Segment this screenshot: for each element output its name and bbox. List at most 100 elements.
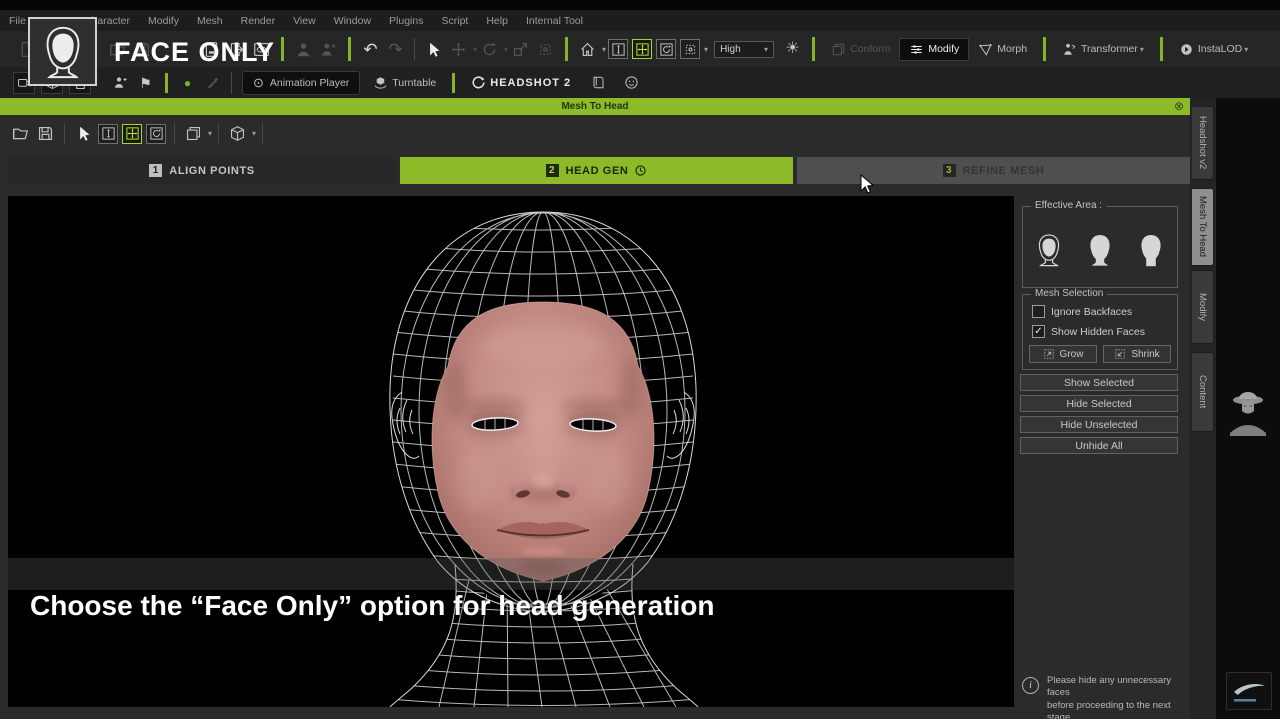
menu-render[interactable]: Render [232, 15, 284, 27]
tutorial-caption: Choose the “Face Only” option for head g… [30, 590, 715, 622]
undo-icon[interactable]: ↶ [358, 36, 383, 62]
panel-layers-icon[interactable] [181, 121, 206, 147]
modify-button[interactable]: Modify [899, 38, 969, 61]
redo-icon[interactable]: ↷ [383, 36, 408, 62]
edit-pose-icon[interactable] [200, 70, 225, 96]
menu-plugins[interactable]: Plugins [380, 15, 432, 27]
tab-content[interactable]: Content [1192, 352, 1214, 432]
camera-pivot-caret-icon[interactable]: ▾ [704, 45, 708, 54]
character-lock-icon[interactable] [291, 36, 316, 62]
effective-area-head-icon[interactable] [1082, 227, 1118, 273]
quality-value: High [720, 44, 741, 55]
tab-mesh-to-head[interactable]: Mesh To Head [1192, 188, 1214, 266]
mesh-to-head-titlebar[interactable]: Mesh To Head ⊗ [0, 98, 1190, 115]
brand-thumbnail[interactable] [1226, 672, 1272, 710]
caption-band [8, 558, 1014, 590]
panel-mesh-cube-icon[interactable] [225, 121, 250, 147]
panel-open-icon[interactable] [8, 121, 33, 147]
morph-button[interactable]: Morph [969, 39, 1036, 60]
effective-area-face-only-icon[interactable] [1031, 227, 1067, 273]
panel-move-vertical-icon[interactable] [98, 124, 118, 144]
panel-cube-caret-icon[interactable]: ▾ [252, 129, 256, 138]
toolbar-divider [812, 37, 815, 61]
effective-area-head-neck-icon[interactable] [1133, 227, 1169, 273]
hide-unselected-button[interactable]: Hide Unselected [1020, 416, 1178, 433]
unhide-all-button[interactable]: Unhide All [1020, 437, 1178, 454]
quality-select[interactable]: High ▾ [714, 41, 774, 58]
show-hidden-faces-row[interactable]: ✓ Show Hidden Faces [1032, 325, 1145, 338]
panel-move-all-icon[interactable] [122, 124, 142, 144]
head-mesh-render [8, 196, 1014, 707]
panel-layers-caret-icon[interactable]: ▾ [208, 129, 212, 138]
home-view-icon[interactable] [575, 36, 600, 62]
lighting-icon[interactable]: ☀ [780, 36, 805, 62]
grow-label: Grow [1060, 349, 1084, 360]
instalod-caret-icon: ▾ [1244, 45, 1248, 54]
scale-tool-icon[interactable] [508, 36, 533, 62]
menu-view[interactable]: View [284, 15, 325, 27]
menu-window[interactable]: Window [325, 15, 380, 27]
show-hidden-faces-checkbox[interactable]: ✓ [1032, 325, 1045, 338]
turntable-button[interactable]: Turntable [364, 72, 445, 93]
select-tool-icon[interactable] [421, 36, 446, 62]
note-line-2: before proceeding to the next stage. [1047, 700, 1171, 719]
headshot-tab[interactable]: HEADSHOT 2 [462, 72, 580, 93]
menu-help[interactable]: Help [477, 15, 517, 27]
viewport-3d[interactable] [8, 196, 1014, 707]
grow-icon [1043, 348, 1055, 360]
rotate-tool-icon[interactable] [477, 36, 502, 62]
hide-selected-button[interactable]: Hide Selected [1020, 395, 1178, 412]
stage-head-gen-button[interactable]: 2 HEAD GEN [400, 157, 793, 184]
menu-modify[interactable]: Modify [139, 15, 188, 27]
content-bust-thumbnail[interactable] [1224, 386, 1272, 436]
show-selected-button[interactable]: Show Selected [1020, 374, 1178, 391]
note-line-1: Please hide any unnecessary faces [1047, 675, 1171, 698]
character-pose-icon[interactable] [316, 36, 341, 62]
face-only-label: FACE ONLY [114, 37, 275, 68]
processing-clock-icon [634, 164, 647, 177]
window-top-strip [0, 0, 1280, 10]
stage-hint-note: i Please hide any unnecessary faces befo… [1018, 675, 1188, 719]
face-profile-icon[interactable] [619, 70, 644, 96]
stage-2-badge: 2 [546, 164, 559, 177]
frame-all-icon[interactable] [632, 39, 652, 59]
menu-script[interactable]: Script [433, 15, 478, 27]
animation-player-button[interactable]: ⊙ Animation Player [242, 71, 360, 95]
panel-save-icon[interactable] [33, 121, 58, 147]
ignore-backfaces-checkbox[interactable] [1032, 305, 1045, 318]
camera-pivot-icon[interactable] [680, 39, 700, 59]
shrink-button[interactable]: Shrink [1103, 345, 1171, 363]
orbit-view-icon[interactable] [656, 39, 676, 59]
close-panel-icon[interactable]: ⊗ [1174, 99, 1184, 113]
menu-mesh[interactable]: Mesh [188, 15, 232, 27]
right-tab-strip: Headshot v2 Mesh To Head Modify Content [1190, 98, 1216, 719]
home-view-caret-icon[interactable]: ▾ [602, 45, 606, 54]
ignore-backfaces-row[interactable]: Ignore Backfaces [1032, 305, 1132, 318]
flag-icon[interactable]: ⚑ [133, 70, 158, 96]
stage-refine-mesh-button[interactable]: 3 REFINE MESH [797, 157, 1190, 184]
panel-rotate-icon[interactable] [146, 124, 166, 144]
content-column [1216, 98, 1280, 719]
toolbar-divider [1043, 37, 1046, 61]
face-only-badge [28, 17, 97, 86]
tab-modify[interactable]: Modify [1192, 270, 1214, 344]
quality-caret-icon: ▾ [764, 45, 768, 54]
move-tool-icon[interactable] [446, 36, 471, 62]
headshot-label: HEADSHOT 2 [490, 77, 571, 89]
panel-select-icon[interactable] [71, 121, 96, 147]
frame-vertical-icon[interactable] [608, 39, 628, 59]
menu-internal-tool[interactable]: Internal Tool [517, 15, 592, 27]
face-only-head-icon [34, 23, 92, 81]
grow-button[interactable]: Grow [1029, 345, 1097, 363]
pivot-tool-icon[interactable] [533, 36, 558, 62]
toolbar-thin-divider [414, 38, 415, 60]
transformer-button[interactable]: Transformer ▾ [1053, 39, 1153, 60]
tab-headshot-v2[interactable]: Headshot v2 [1192, 106, 1214, 180]
stage-align-points-button[interactable]: 1 ALIGN POINTS [8, 157, 396, 184]
reference-doc-icon[interactable] [586, 70, 611, 96]
conform-button[interactable]: Conform [822, 39, 899, 60]
transformer-caret-icon: ▾ [1140, 45, 1144, 54]
instalod-button[interactable]: InstaLOD ▾ [1170, 39, 1257, 60]
character-group-icon[interactable] [108, 70, 133, 96]
record-status-icon[interactable]: ● [175, 70, 200, 96]
